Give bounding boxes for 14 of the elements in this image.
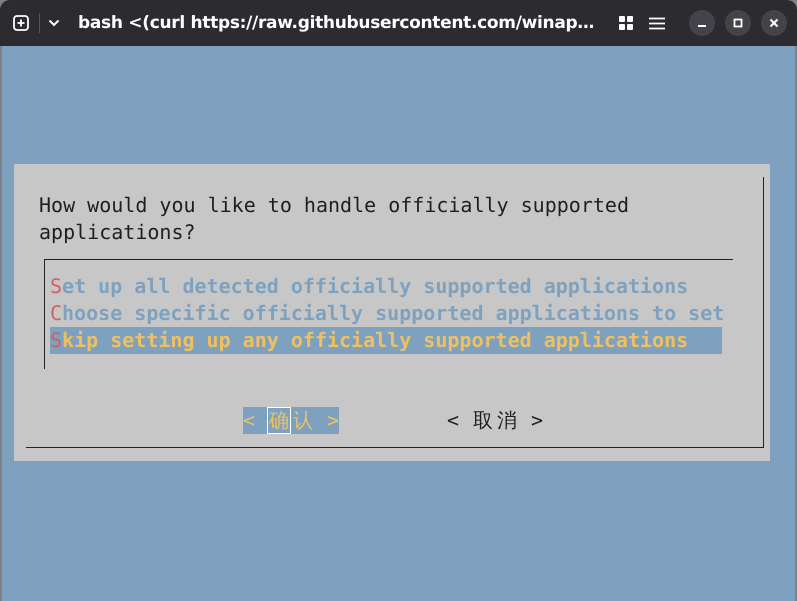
menu-icon[interactable] [649, 16, 665, 30]
dialog-button[interactable]: < 取消 > [447, 407, 543, 434]
chevron-down-icon[interactable] [48, 19, 60, 27]
menu-option[interactable]: Set up all detected officially supported applications [50, 273, 722, 300]
maximize-icon[interactable] [725, 10, 751, 36]
window-title: bash <(curl https://raw.githubusercontent.com/winap… [78, 13, 594, 33]
menu-option[interactable]: Choose specific officially supported applications to set [50, 300, 722, 327]
menu-option[interactable]: Skip setting up any officially supported applications [50, 327, 722, 354]
new-tab-icon[interactable] [13, 15, 29, 31]
dialog-button[interactable]: < 确认 > [243, 407, 339, 434]
minimize-icon[interactable] [689, 10, 715, 36]
dialog-prompt: How would you like to handle officially supported applications? [39, 192, 630, 246]
grid-icon[interactable] [619, 16, 633, 30]
close-icon[interactable] [761, 10, 787, 36]
